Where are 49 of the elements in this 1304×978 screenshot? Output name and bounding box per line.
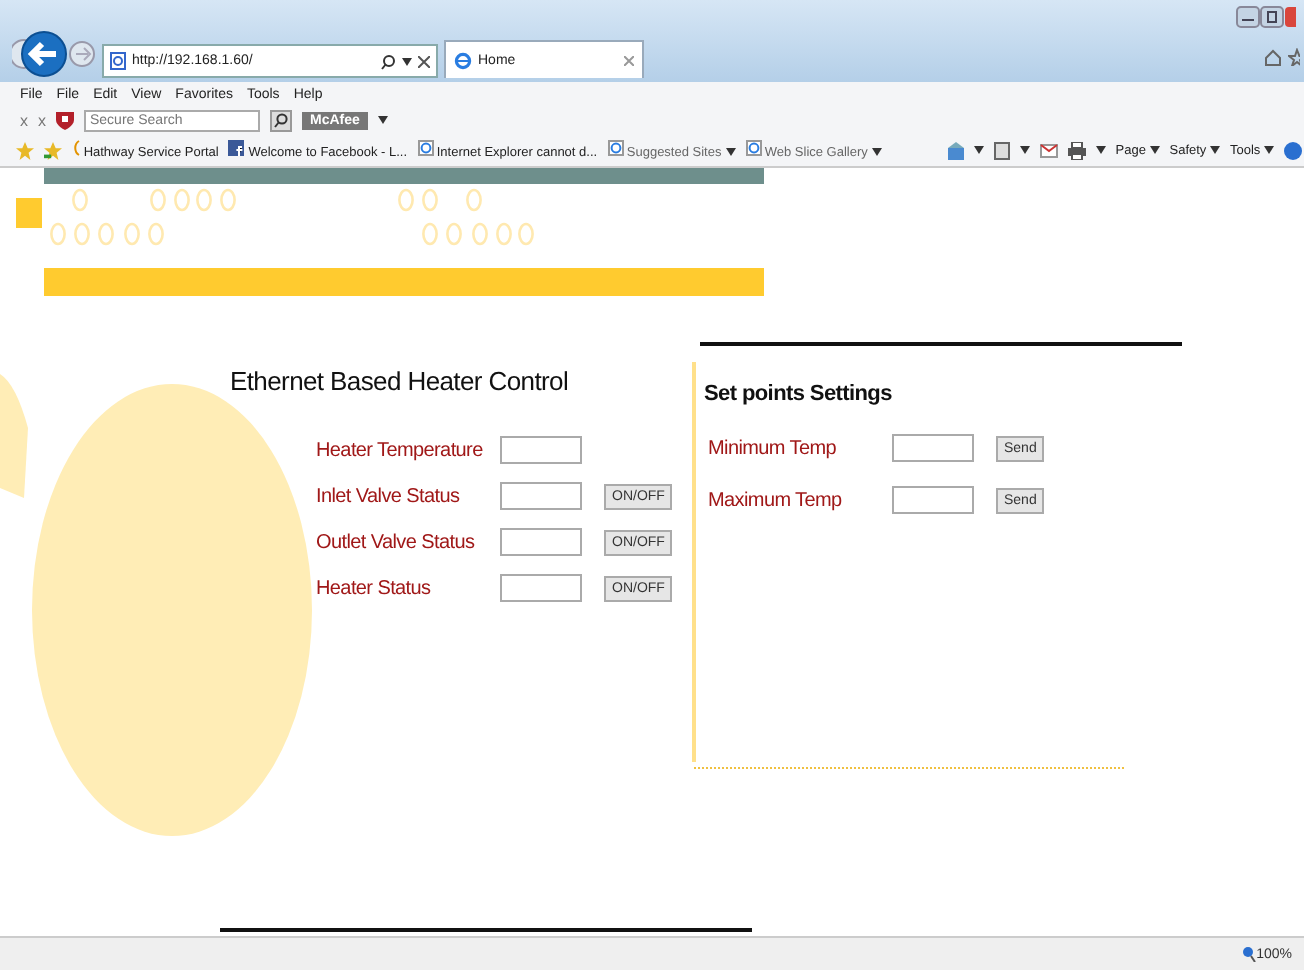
input-field[interactable] <box>500 528 582 556</box>
close-button[interactable] <box>1284 6 1296 28</box>
close-mark[interactable]: x <box>20 111 28 129</box>
ie-icon <box>454 51 472 69</box>
mail-icon[interactable] <box>1039 143 1058 157</box>
section-title: Set points Settings <box>704 382 894 406</box>
field-label: Inlet Valve Status <box>316 485 462 507</box>
facebook-icon <box>228 140 245 156</box>
input-field[interactable] <box>892 486 974 514</box>
close-mark[interactable]: x <box>38 111 46 129</box>
ie-icon <box>417 140 434 156</box>
ie-icon <box>607 140 624 156</box>
caret-icon[interactable] <box>1019 146 1030 154</box>
back-button[interactable] <box>12 30 68 78</box>
ie-icon <box>745 140 762 156</box>
field-label: Heater Temperature <box>316 439 485 461</box>
minimize-button[interactable] <box>1236 6 1260 28</box>
star-icon[interactable] <box>1288 48 1300 66</box>
input-field[interactable] <box>500 574 582 602</box>
input-field[interactable] <box>500 436 582 464</box>
maximize-button[interactable] <box>1260 6 1284 28</box>
page-title: Ethernet Based Heater Control <box>230 366 571 396</box>
field-label: Heater Status <box>316 577 433 599</box>
caret-icon[interactable] <box>973 146 984 154</box>
caret-icon <box>871 148 882 156</box>
add-favorite-icon[interactable] <box>44 141 62 159</box>
search-button[interactable] <box>270 109 292 131</box>
square-marker <box>16 198 42 228</box>
field-label: Maximum Temp <box>708 489 844 511</box>
caret-icon <box>1210 145 1220 153</box>
input-field[interactable] <box>892 434 974 462</box>
home-feed-icon[interactable] <box>947 141 964 159</box>
field-label: Minimum Temp <box>708 437 839 459</box>
feed-icon[interactable] <box>993 141 1010 159</box>
input-field[interactable] <box>500 482 582 510</box>
caret-icon[interactable] <box>1095 146 1106 154</box>
print-icon[interactable] <box>1067 141 1086 159</box>
caret-icon <box>1149 145 1160 153</box>
caret-icon <box>725 148 736 156</box>
caret-icon[interactable] <box>402 57 412 65</box>
page-icon <box>110 52 126 70</box>
zoom-icon[interactable] <box>1242 946 1257 962</box>
search-icon[interactable] <box>380 53 396 69</box>
close-icon[interactable] <box>418 55 430 67</box>
caret-icon <box>1264 145 1274 153</box>
caret-icon[interactable] <box>377 116 388 124</box>
home-icon[interactable] <box>1264 48 1282 66</box>
swirl-icon <box>72 140 80 156</box>
field-label: Outlet Valve Status <box>316 531 477 553</box>
